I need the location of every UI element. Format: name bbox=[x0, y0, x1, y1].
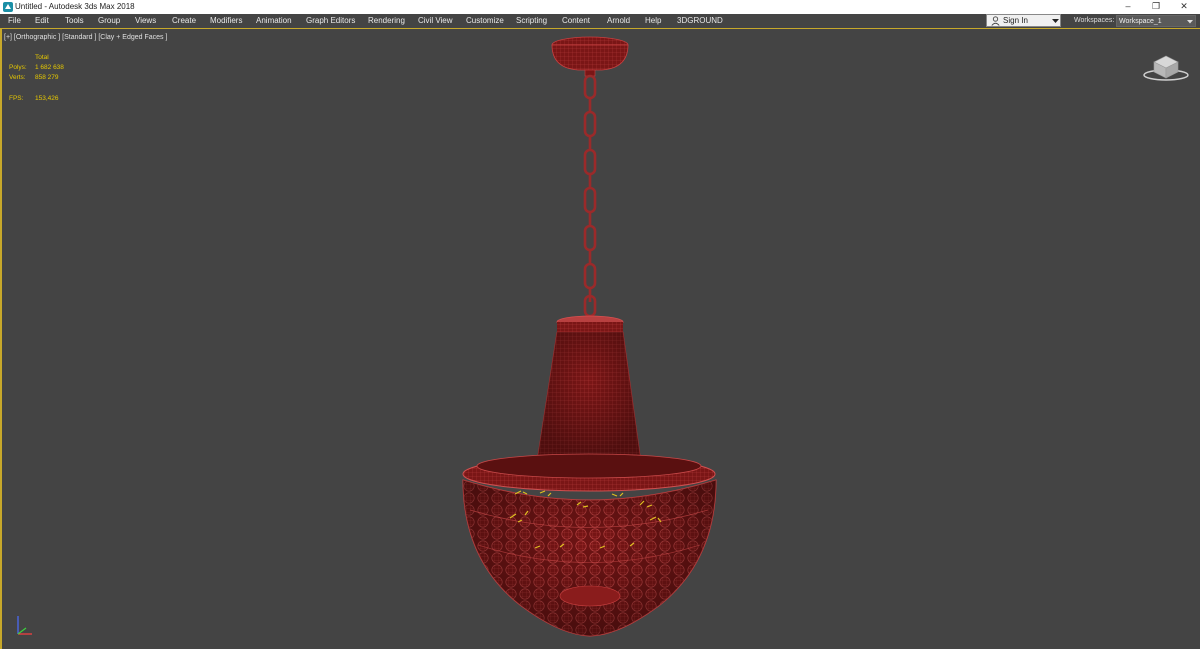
bowl-rim bbox=[462, 453, 716, 492]
chandelier-model[interactable] bbox=[0, 0, 1200, 649]
cone-body bbox=[537, 331, 641, 456]
crystal-bowl bbox=[462, 479, 717, 637]
chain bbox=[583, 74, 597, 318]
canopy bbox=[551, 36, 629, 77]
crown bbox=[556, 315, 624, 332]
